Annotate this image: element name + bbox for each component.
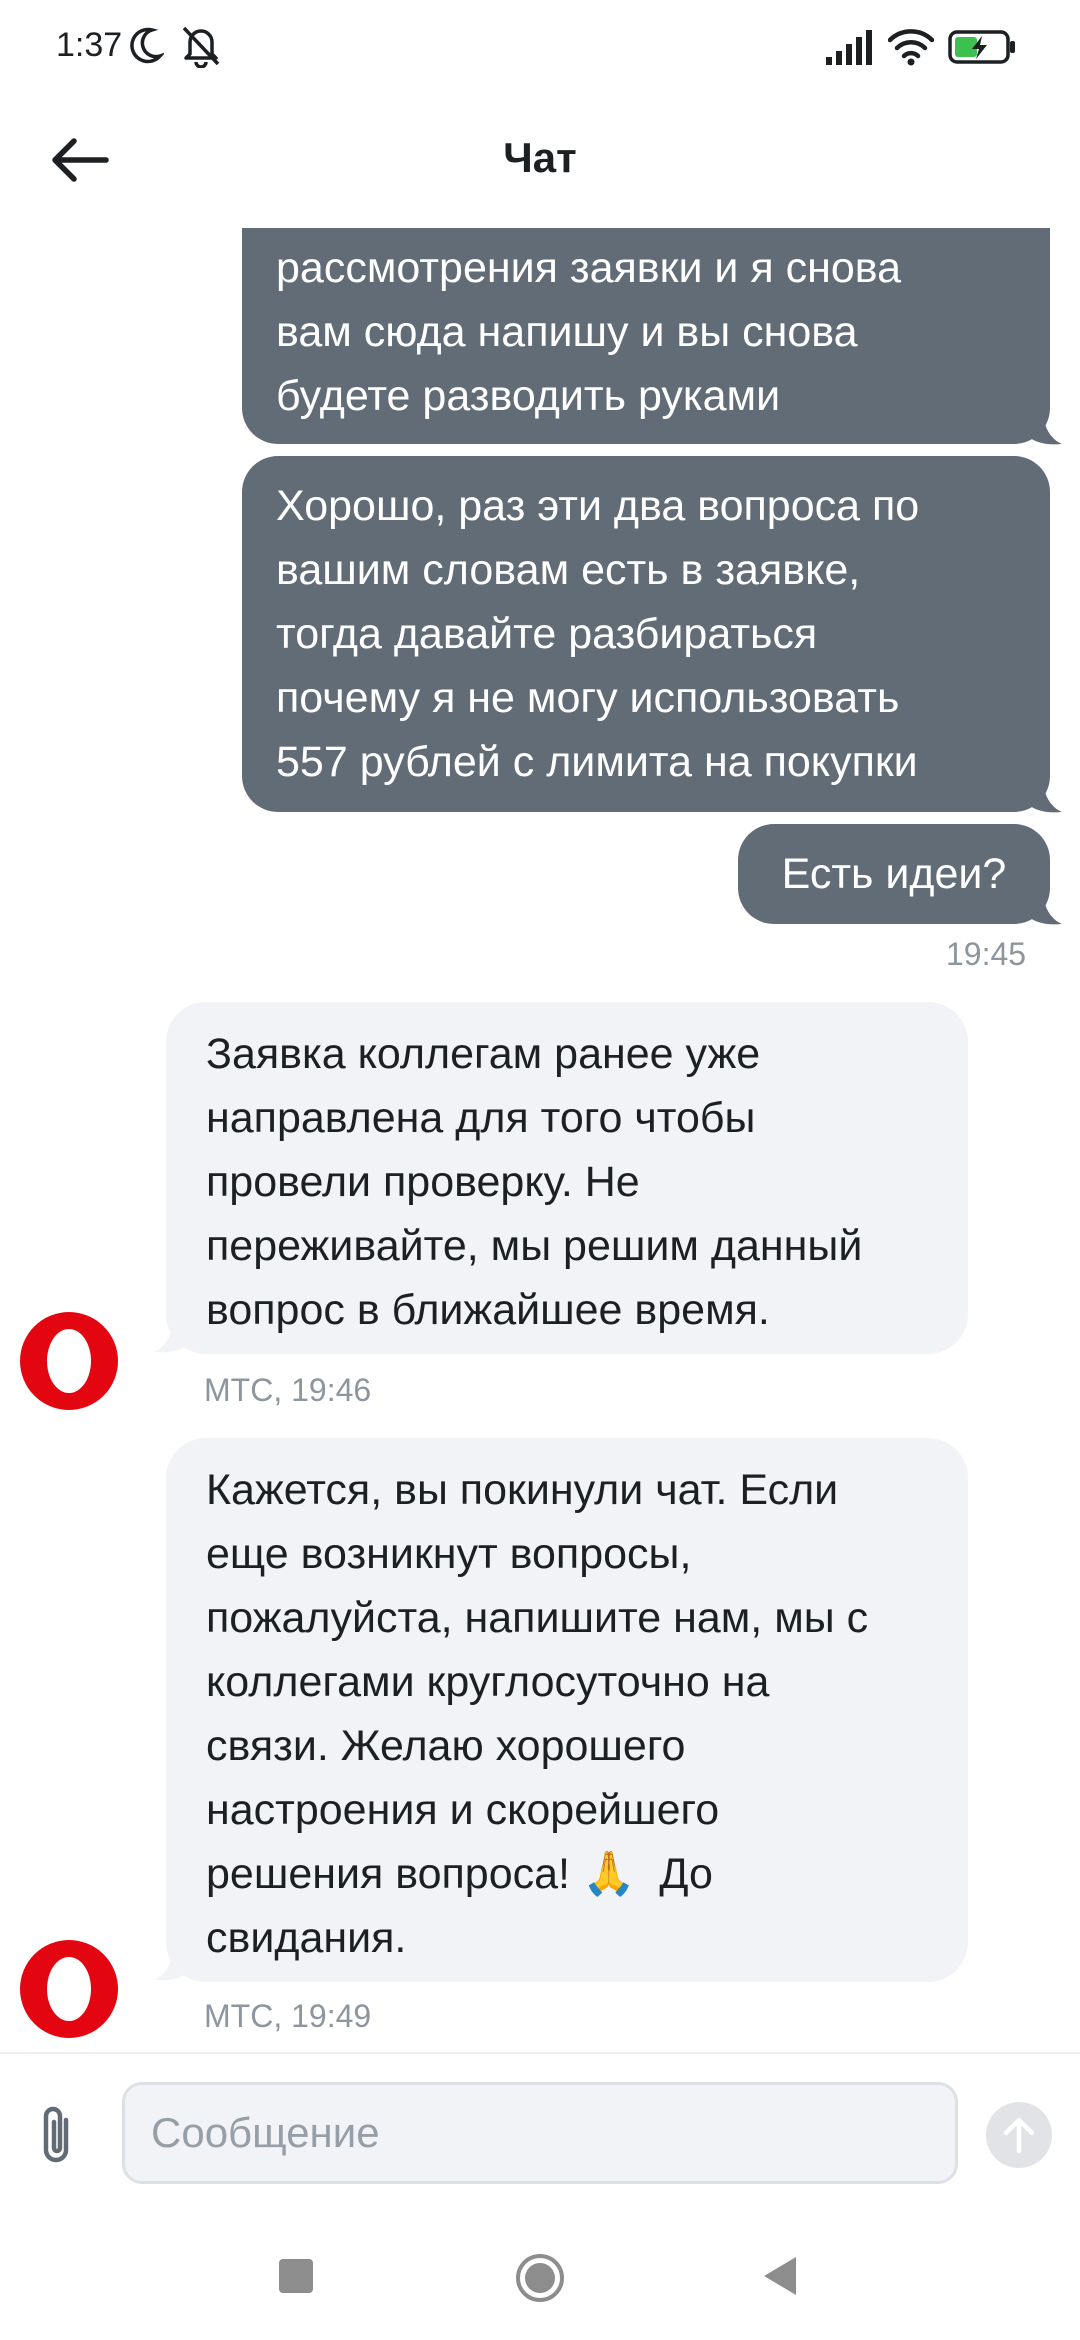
message-line: вам сюда напишу и вы снова bbox=[276, 308, 858, 356]
signal-icon bbox=[826, 30, 874, 71]
message-text: решения вопроса! bbox=[206, 1850, 582, 1898]
page-title: Чат bbox=[503, 134, 577, 181]
message-composer bbox=[0, 2052, 1080, 2214]
recent-apps-icon[interactable] bbox=[279, 2259, 313, 2293]
status-time: 1:37 bbox=[56, 26, 123, 64]
message-bubble-outgoing[interactable]: рассмотрения заявки и я снова вам сюда н… bbox=[242, 228, 1050, 444]
message-line: направлена для того чтобы bbox=[206, 1094, 756, 1142]
status-bar: 1:37 bbox=[0, 0, 1080, 96]
moon-icon bbox=[128, 26, 166, 71]
message-line: переживайте, мы решим данный bbox=[206, 1222, 863, 1270]
home-icon[interactable] bbox=[514, 2252, 566, 2304]
system-navigation-bar bbox=[0, 2212, 1080, 2340]
message-line: вопрос в ближайшее время. bbox=[206, 1286, 770, 1334]
message-bubble-incoming[interactable]: Кажется, вы покинули чат. Если еще возни… bbox=[166, 1438, 968, 1982]
message-line: связи. Желаю хорошего bbox=[206, 1722, 686, 1770]
bubble-tail bbox=[154, 1328, 186, 1353]
message-line: рассмотрения заявки и я снова bbox=[276, 244, 902, 292]
notifications-off-icon bbox=[178, 24, 224, 73]
message-line: будете разводить руками bbox=[276, 372, 781, 420]
message-meta: МТС, 19:49 bbox=[204, 1998, 372, 2034]
message-line: Заявка коллегам ранее уже bbox=[206, 1030, 761, 1078]
back-triangle-icon[interactable] bbox=[762, 2255, 798, 2297]
attach-button[interactable] bbox=[36, 2104, 84, 2168]
mts-logo-avatar bbox=[20, 1312, 118, 1410]
arrow-up-icon bbox=[1003, 2117, 1035, 2154]
message-line: провели проверку. Не bbox=[206, 1158, 640, 1206]
message-bubble-outgoing[interactable]: Хорошо, раз эти два вопроса по вашим сло… bbox=[242, 456, 1050, 812]
message-line: свидания. bbox=[206, 1914, 407, 1962]
message-line: Есть идеи? bbox=[781, 850, 1007, 898]
message-line: Хорошо, раз эти два вопроса по bbox=[276, 482, 920, 530]
message-bubble-incoming[interactable]: Заявка коллегам ранее уже направлена для… bbox=[166, 1002, 968, 1354]
message-meta: МТС, 19:46 bbox=[204, 1372, 372, 1408]
message-line: Кажется, вы покинули чат. Если bbox=[206, 1466, 839, 1514]
message-line: почему я не могу использовать bbox=[276, 674, 900, 722]
message-input[interactable] bbox=[122, 2082, 958, 2184]
folded-hands-emoji: 🙏 bbox=[581, 1850, 636, 1898]
message-line: решения вопроса! 🙏 До bbox=[206, 1842, 928, 1906]
message-timestamp: 19:45 bbox=[946, 936, 1027, 972]
message-line: тогда давайте разбираться bbox=[276, 610, 818, 658]
send-button[interactable] bbox=[986, 2102, 1052, 2168]
bubble-tail bbox=[1030, 900, 1062, 925]
message-text: До bbox=[635, 1850, 713, 1898]
message-line: настроения и скорейшего bbox=[206, 1786, 720, 1834]
paperclip-icon bbox=[43, 2106, 69, 2163]
mts-logo-avatar bbox=[20, 1940, 118, 2038]
message-line: пожалуйста, напишите нам, мы с bbox=[206, 1594, 869, 1642]
message-line: коллегами круглосуточно на bbox=[206, 1658, 770, 1706]
message-line: 557 рублей с лимита на покупки bbox=[276, 738, 918, 786]
message-line: еще возникнут вопросы, bbox=[206, 1530, 692, 1578]
bubble-tail bbox=[154, 1956, 186, 1981]
chat-messages[interactable]: рассмотрения заявки и я снова вам сюда н… bbox=[0, 228, 1080, 2050]
message-bubble-outgoing[interactable]: Есть идеи? bbox=[738, 824, 1050, 924]
chat-header: Чат bbox=[0, 96, 1080, 228]
wifi-icon bbox=[887, 28, 935, 71]
battery-charging-icon bbox=[948, 30, 1018, 69]
message-line: вашим словам есть в заявке, bbox=[276, 546, 861, 594]
bubble-tail bbox=[1030, 788, 1062, 813]
bubble-tail bbox=[1030, 420, 1062, 445]
